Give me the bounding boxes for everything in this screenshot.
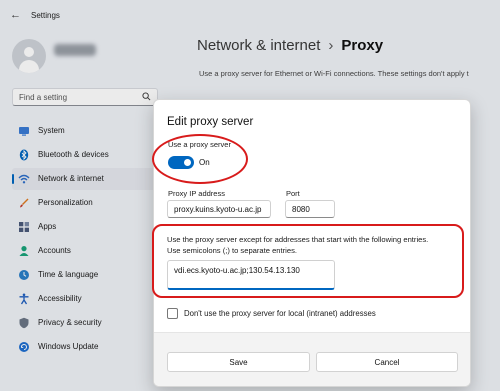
port-label: Port bbox=[286, 189, 300, 198]
proxy-ip-field[interactable] bbox=[167, 200, 271, 218]
exceptions-field[interactable] bbox=[167, 260, 335, 290]
port-input[interactable] bbox=[292, 204, 330, 215]
exception-description-line2: Use semicolons (;) to separate entries. bbox=[167, 246, 297, 255]
dialog-footer: Save Cancel bbox=[154, 332, 470, 386]
dialog-title: Edit proxy server bbox=[167, 116, 254, 128]
edit-proxy-dialog: Edit proxy server Use a proxy server On … bbox=[153, 99, 471, 387]
toggle-state-label: On bbox=[199, 158, 210, 167]
local-addresses-checkbox[interactable] bbox=[167, 308, 178, 319]
port-field[interactable] bbox=[285, 200, 335, 218]
use-proxy-label: Use a proxy server bbox=[168, 140, 231, 149]
cancel-button[interactable]: Cancel bbox=[316, 352, 458, 372]
use-proxy-toggle[interactable] bbox=[168, 156, 194, 169]
proxy-ip-input[interactable] bbox=[174, 204, 266, 215]
proxy-ip-label: Proxy IP address bbox=[168, 189, 225, 198]
exception-description-line1: Use the proxy server except for addresse… bbox=[167, 235, 429, 244]
toggle-knob bbox=[184, 159, 191, 166]
local-addresses-label[interactable]: Don't use the proxy server for local (in… bbox=[184, 309, 376, 318]
exception-description: Use the proxy server except for addresse… bbox=[167, 234, 467, 256]
exceptions-input[interactable] bbox=[174, 265, 330, 276]
save-button[interactable]: Save bbox=[167, 352, 310, 372]
